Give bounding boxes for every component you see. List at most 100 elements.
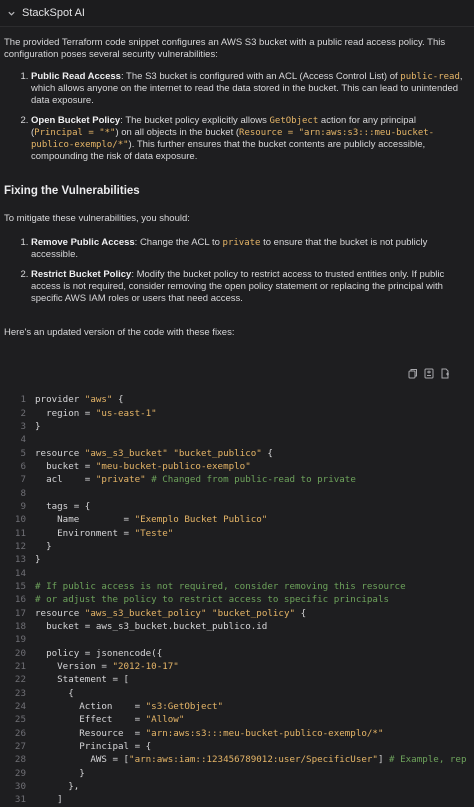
code-line: 2 region = "us-east-1" <box>0 406 474 419</box>
list-item: Open Bucket Policy: The bucket policy ex… <box>31 115 470 163</box>
code-line: 24 Action = "s3:GetObject" <box>0 700 474 713</box>
section-heading: Fixing the Vulnerabilities <box>4 185 140 197</box>
code-line: 7 acl = "private" # Changed from public-… <box>0 473 474 486</box>
code-line: 30 }, <box>0 780 474 793</box>
list-item: Public Read Access: The S3 bucket is con… <box>31 71 470 107</box>
list-item-title: Remove Public Access <box>31 237 135 248</box>
line-number: 27 <box>14 741 26 753</box>
list-item-text: ) on all objects in the bucket ( <box>115 127 240 138</box>
line-number: 9 <box>20 500 26 512</box>
line-number: 19 <box>14 634 26 646</box>
code-text: } <box>35 767 85 779</box>
code-line: 8 <box>0 486 474 499</box>
line-number: 8 <box>20 487 26 499</box>
mitigate-text: To mitigate these vulnerabilities, you s… <box>4 213 190 224</box>
code-text: bucket = "meu-bucket-publico-exemplo" <box>35 460 251 472</box>
code-line: 17 resource "aws_s3_bucket_policy" "bucke… <box>0 607 474 620</box>
code-toolbar <box>408 368 450 379</box>
fix-list: Remove Public Access: Change the ACL to … <box>4 237 470 305</box>
line-number: 31 <box>14 794 26 806</box>
code-line: 19 <box>0 633 474 646</box>
line-number: 5 <box>20 447 26 459</box>
code-block[interactable]: 1 provider "aws" {2 region = "us-east-1" 3… <box>0 393 474 807</box>
code-text: Principal = { <box>35 741 152 753</box>
code-line: 13} <box>0 553 474 566</box>
inline-code: private <box>222 238 261 248</box>
code-line: 4 <box>0 433 474 446</box>
chat-message: The provided Terraform code snippet conf… <box>0 27 474 339</box>
code-text: Action = "s3:GetObject" <box>35 701 224 713</box>
line-number: 17 <box>14 607 26 619</box>
code-text: Name = "Exemplo Bucket Publico" <box>35 514 268 526</box>
code-text: tags = { <box>35 500 91 512</box>
chevron-down-icon[interactable] <box>6 8 16 18</box>
code-line: 31 ] <box>0 793 474 806</box>
code-line: 25 Effect = "Allow" <box>0 713 474 726</box>
inline-code: GetObject <box>269 116 319 126</box>
line-number: 3 <box>20 420 26 432</box>
line-number: 21 <box>14 661 26 673</box>
line-number: 22 <box>14 674 26 686</box>
code-line: 3} <box>0 420 474 433</box>
code-text: resource "aws_s3_bucket" "bucket_publico… <box>35 447 273 459</box>
line-number: 13 <box>14 554 26 566</box>
code-line: 14 <box>0 566 474 579</box>
app-header: StackSpot AI <box>0 0 474 27</box>
code-text: provider "aws" { <box>35 394 124 406</box>
line-number: 6 <box>20 460 26 472</box>
diff-icon[interactable] <box>424 368 434 379</box>
code-line: 15 # If public access is not required, co… <box>0 580 474 593</box>
line-number: 18 <box>14 621 26 633</box>
line-number: 29 <box>14 767 26 779</box>
insert-icon[interactable] <box>440 368 450 379</box>
code-line: 16 # or adjust the policy to restrict acc… <box>0 593 474 606</box>
line-number: 12 <box>14 540 26 552</box>
code-line: 28 AWS = ["arn:aws:iam::123456789012:use… <box>0 753 474 766</box>
line-number: 25 <box>14 714 26 726</box>
inline-code: Principal = "*" <box>34 128 116 138</box>
code-text: } <box>35 420 41 432</box>
line-number: 14 <box>14 567 26 579</box>
line-number: 10 <box>14 514 26 526</box>
line-number: 11 <box>14 527 26 539</box>
line-number: 2 <box>20 407 26 419</box>
list-item-title: Public Read Access <box>31 71 121 82</box>
list-item-text: : The bucket policy explicitly allows <box>120 115 270 126</box>
line-number: 1 <box>20 394 26 406</box>
code-text: } <box>35 540 52 552</box>
code-text: policy = jsonencode({ <box>35 647 163 659</box>
copy-icon[interactable] <box>408 368 418 379</box>
code-text: # If public access is not required, cons… <box>35 580 406 592</box>
line-number: 7 <box>20 474 26 486</box>
list-item-text: : The S3 bucket is configured with an AC… <box>120 71 401 82</box>
code-text: AWS = ["arn:aws:iam::123456789012:user/S… <box>35 754 467 766</box>
code-text: Version = "2012-10-17" <box>35 661 179 673</box>
code-line: 6 bucket = "meu-bucket-publico-exemplo" <box>0 460 474 473</box>
code-line: 12 } <box>0 540 474 553</box>
code-line: 18 bucket = aws_s3_bucket.bucket_publico… <box>0 620 474 633</box>
code-line: 10 Name = "Exemplo Bucket Publico" <box>0 513 474 526</box>
code-text: resource "aws_s3_bucket_policy" "bucket_… <box>35 607 307 619</box>
code-text: acl = "private" # Changed from public-re… <box>35 474 356 486</box>
line-number: 24 <box>14 701 26 713</box>
code-line: 29 } <box>0 767 474 780</box>
line-number: 16 <box>14 594 26 606</box>
code-text: Effect = "Allow" <box>35 714 185 726</box>
code-text: Statement = [ <box>35 674 130 686</box>
list-item: Remove Public Access: Change the ACL to … <box>31 237 470 261</box>
line-number: 15 <box>14 580 26 592</box>
code-line: 27 Principal = { <box>0 740 474 753</box>
list-item-title: Open Bucket Policy <box>31 115 121 126</box>
code-text: Resource = "arn:aws:s3:::meu-bucket-publ… <box>35 727 384 739</box>
app-title: StackSpot AI <box>22 7 85 19</box>
line-number: 23 <box>14 687 26 699</box>
code-line: 21 Version = "2012-10-17" <box>0 660 474 673</box>
code-line: 1 provider "aws" { <box>0 393 474 406</box>
code-text: # or adjust the policy to restrict acces… <box>35 594 390 606</box>
line-number: 26 <box>14 727 26 739</box>
inline-code: public-read <box>400 72 460 82</box>
code-text: }, <box>35 781 80 793</box>
code-line: 11 Environment = "Teste" <box>0 526 474 539</box>
code-line: 20 policy = jsonencode({ <box>0 647 474 660</box>
list-item: Restrict Bucket Policy: Modify the bucke… <box>31 269 470 305</box>
